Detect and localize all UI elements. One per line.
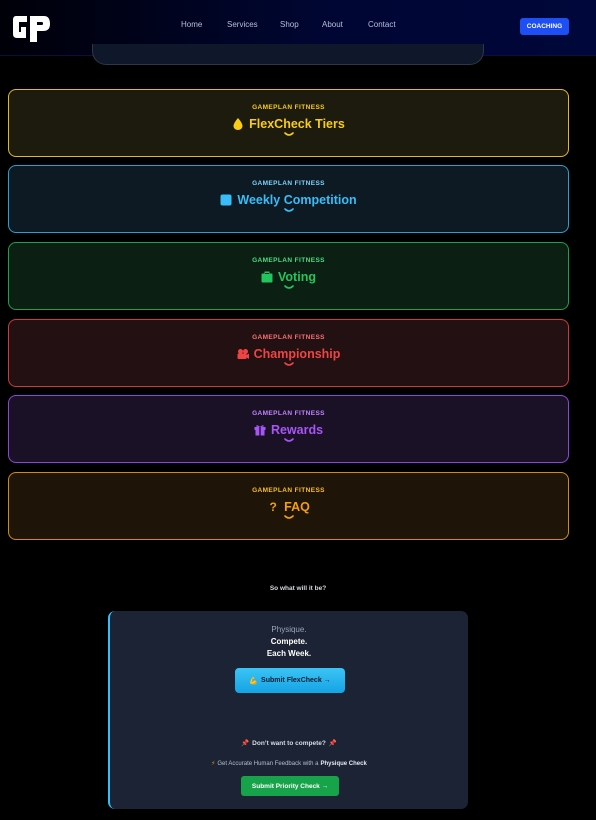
chevron-down-icon[interactable] (9, 285, 568, 295)
submit-flexcheck-label: Submit FlexCheck → (261, 677, 331, 684)
accordion-rewards[interactable]: GAMEPLAN FITNESS Rewards (8, 395, 569, 463)
calendar-icon (220, 194, 232, 206)
drop-icon (232, 118, 244, 130)
accordion-title-row: Weekly Competition (9, 193, 568, 207)
accordion-label: GAMEPLAN FITNESS (252, 180, 325, 187)
chevron-down-icon[interactable] (9, 208, 568, 218)
cta-line-compete: Compete. (270, 637, 308, 646)
accordion-voting[interactable]: GAMEPLAN FITNESS Voting (8, 242, 569, 310)
accordion-title: FlexCheck Tiers (249, 117, 345, 131)
question-icon: ? (269, 500, 277, 514)
cta-line-each-week: Each Week. (266, 649, 312, 658)
pin-icon: 📌 (328, 740, 337, 747)
accordion-title: Weekly Competition (237, 193, 357, 207)
accordion-title: Rewards (270, 423, 324, 437)
cta-card: Physique. Compete. Each Week. 💪 Submit F… (108, 611, 468, 809)
submit-priority-check-button[interactable]: Submit Priority Check → (241, 776, 339, 796)
pin-icon: 📌 (241, 740, 250, 747)
accordion-title-row: FlexCheck Tiers (9, 117, 568, 131)
choice-prompt: So what will it be? (269, 585, 327, 592)
camera-icon (237, 348, 249, 360)
chevron-down-icon[interactable] (9, 132, 568, 142)
gift-icon (254, 424, 266, 436)
accordion-label: GAMEPLAN FITNESS (252, 334, 325, 341)
accordion-label: GAMEPLAN FITNESS (252, 410, 325, 417)
no-compete-label: Don’t want to compete? (252, 739, 326, 747)
feedback-bold: Physique Check (320, 760, 367, 767)
accordion-title-row: Voting (9, 270, 568, 284)
accordion-faq[interactable]: GAMEPLAN FITNESS ? FAQ (8, 472, 569, 540)
accordion-label: GAMEPLAN FITNESS (252, 257, 325, 264)
accordion-title: Championship (253, 347, 341, 361)
accordion-weekly-competition[interactable]: GAMEPLAN FITNESS Weekly Competition (8, 165, 569, 233)
accordion-championship[interactable]: GAMEPLAN FITNESS Championship (8, 319, 569, 387)
feedback-prefix: Get Accurate Human Feedback with a (217, 760, 319, 767)
lightning-icon: ⚡ (211, 761, 216, 767)
submit-flexcheck-button[interactable]: 💪 Submit FlexCheck → (235, 668, 345, 693)
no-compete-text: 📌 Don’t want to compete? 📌 (110, 739, 468, 748)
accordion-label: GAMEPLAN FITNESS (252, 487, 325, 494)
cta-line-physique: Physique. (271, 625, 307, 634)
nav-shop-link[interactable]: Shop (280, 20, 299, 29)
nav-contact-link[interactable]: Contact (368, 20, 396, 29)
chevron-down-icon[interactable] (9, 362, 568, 372)
accordion-title-row: Championship (9, 347, 568, 361)
feedback-text: ⚡ Get Accurate Human Feedback with a Phy… (110, 760, 468, 768)
accordion-title-row: ? FAQ (9, 500, 568, 514)
accordion-title-row: Rewards (9, 423, 568, 437)
nav-about-link[interactable]: About (322, 20, 343, 29)
accordion-title: Voting (278, 270, 316, 284)
muscle-icon: 💪 (249, 677, 259, 685)
accordion-flexcheck-tiers[interactable]: GAMEPLAN FITNESS FlexCheck Tiers (8, 89, 569, 157)
nav-services-link[interactable]: Services (227, 20, 258, 29)
ballot-icon (261, 271, 273, 283)
nav-home-link[interactable]: Home (181, 20, 202, 29)
accordion-title: FAQ (284, 500, 310, 514)
coaching-button[interactable]: COACHING (520, 18, 569, 35)
chevron-down-icon[interactable] (9, 515, 568, 525)
chevron-down-icon[interactable] (9, 438, 568, 448)
accordion-label: GAMEPLAN FITNESS (252, 104, 325, 111)
previous-card-edge (92, 44, 484, 65)
